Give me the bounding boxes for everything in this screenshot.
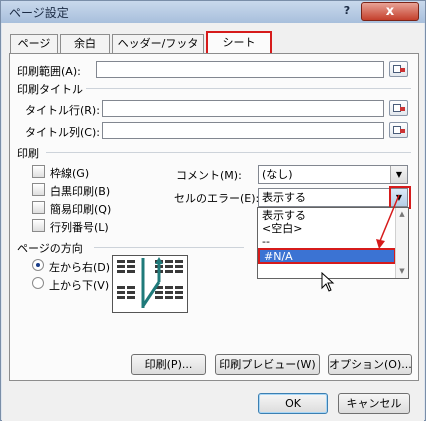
title-bar: ページ設定 ? x (1, 1, 425, 23)
help-icon[interactable]: ? (338, 4, 356, 20)
cancel-button[interactable]: キャンセル (338, 393, 410, 414)
page-setup-dialog: ページ設定 ? x ページ 余白 ヘッダー/フッター シート 印刷範囲(A): … (0, 0, 426, 421)
dialog-body: ページ 余白 ヘッダー/フッター シート 印刷範囲(A): 印刷タイトル タイト… (2, 23, 424, 421)
annotation-arrow (376, 194, 400, 249)
close-button[interactable]: x (361, 2, 419, 21)
ok-button[interactable]: OK (258, 393, 328, 414)
mouse-cursor-icon (321, 272, 335, 292)
dialog-title: ページ設定 (9, 6, 69, 20)
